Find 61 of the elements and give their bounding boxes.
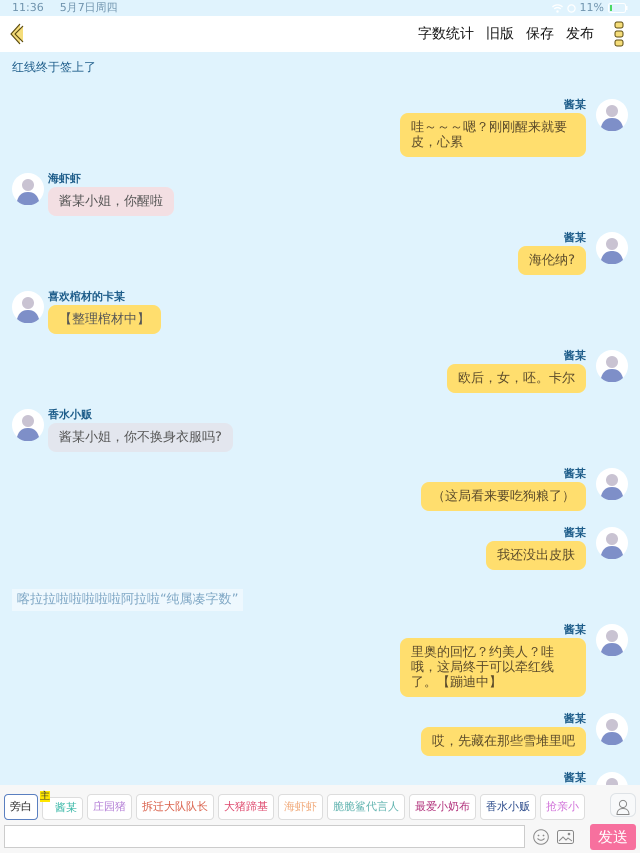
user-icon	[616, 798, 630, 815]
character-tab[interactable]: 大猪蹄基	[218, 794, 274, 820]
narration-text: 红线终于签上了	[12, 59, 97, 76]
sender-name: 酱某	[564, 624, 586, 636]
message-bubble: 里奥的回忆？约美人？哇哦，这局终于可以牵红线了。【蹦迪中】	[400, 638, 586, 696]
sender-name: 海虾虾	[48, 173, 82, 185]
message-bubble: 哇～～～嗯？刚刚醒来就要皮，心累	[400, 113, 586, 157]
sender-name: 酱某	[564, 527, 586, 539]
avatar[interactable]	[596, 624, 628, 656]
sender-name: 喜欢棺材的卡某	[48, 291, 126, 303]
emoji-icon[interactable]	[533, 828, 549, 845]
aside-note: 喀拉拉啦啦啦啦啦阿拉啦“纯属凑字数”	[12, 589, 244, 610]
character-tab[interactable]: 最爱小奶布	[409, 794, 476, 820]
message-bubble: 酱某小姐，你不换身衣服吗?	[48, 423, 233, 452]
message-bubble: 【整理棺材中】	[48, 305, 161, 334]
battery-icon	[608, 3, 628, 13]
sender-name: 香水小贩	[48, 409, 93, 421]
header-action[interactable]: 旧版	[482, 24, 518, 44]
sender-name: 酱某	[564, 468, 586, 480]
header-action[interactable]: 字数统计	[414, 24, 478, 44]
message-bubble: 哎，先藏在那些雪堆里吧	[421, 726, 586, 756]
sender-name: 酱某	[564, 712, 586, 724]
avatar[interactable]	[12, 409, 44, 441]
menu-icon[interactable]	[614, 21, 624, 47]
sender-name: 酱某	[564, 99, 586, 111]
message-bubble: （这局看来要吃狗粮了）	[421, 482, 586, 511]
send-button[interactable]: 发送	[590, 824, 636, 850]
avatar[interactable]	[596, 99, 628, 131]
avatar[interactable]	[596, 712, 628, 744]
sender-name: 酱某	[564, 772, 586, 784]
image-icon[interactable]	[557, 830, 574, 844]
message-bubble: 海伦纳?	[518, 246, 586, 275]
avatar[interactable]	[596, 468, 628, 500]
battery-percent: 11%	[580, 0, 604, 16]
wifi-icon	[552, 4, 563, 12]
character-tab[interactable]: 庄园猪	[87, 794, 132, 820]
avatar[interactable]	[596, 232, 628, 264]
status-time: 11:36	[12, 0, 44, 16]
location-icon	[566, 4, 576, 12]
sender-name: 酱某	[564, 350, 586, 362]
user-button[interactable]	[610, 793, 636, 818]
character-tab[interactable]: 海虾虾	[278, 794, 323, 820]
avatar[interactable]	[596, 350, 628, 382]
sender-name: 酱某	[564, 232, 586, 244]
header-action[interactable]: 发布	[562, 24, 598, 44]
character-tab[interactable]: 香水小贩	[480, 794, 536, 820]
avatar[interactable]	[596, 527, 628, 559]
character-tab[interactable]: 拆迁大队队长	[136, 794, 214, 820]
status-date: 5月7日周四	[60, 0, 118, 16]
character-tab[interactable]: 旁白	[4, 794, 38, 820]
message-input[interactable]	[4, 825, 525, 848]
header-action[interactable]: 保存	[522, 24, 558, 44]
message-bubble: 我还没出皮肤	[486, 541, 586, 570]
message-bubble: 欧后，女，呸。卡尔	[447, 364, 586, 393]
back-icon[interactable]	[8, 23, 24, 45]
lead-badge: 主	[40, 791, 50, 802]
character-tab[interactable]: 脆脆鲨代言人	[327, 794, 405, 820]
avatar[interactable]	[12, 291, 44, 323]
character-tab[interactable]: 抢亲小	[540, 794, 585, 820]
message-bubble: 酱某小姐，你醒啦	[48, 187, 174, 216]
avatar[interactable]	[12, 173, 44, 205]
